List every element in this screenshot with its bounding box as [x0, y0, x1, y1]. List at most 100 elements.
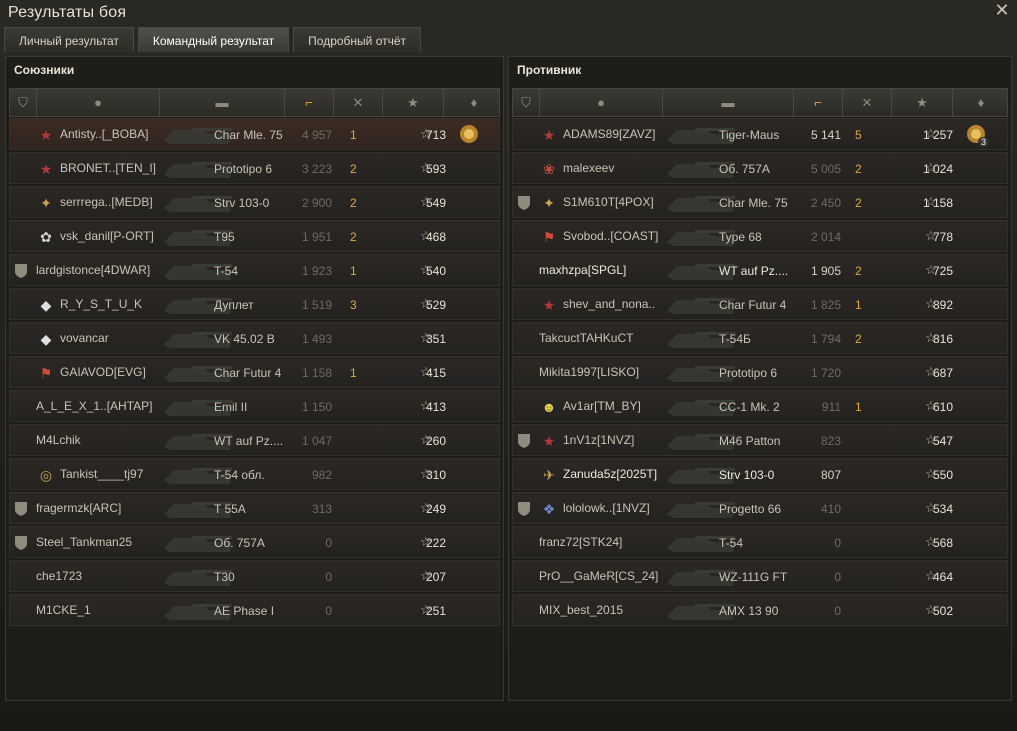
damage-value: 1 825: [810, 298, 841, 312]
player-row[interactable]: PrO__GaMeR[CS_24] WZ-111G FT 0 464 ☆: [512, 560, 1008, 592]
medal-icon[interactable]: 3: [965, 123, 989, 147]
xp-star-icon: ☆: [420, 126, 432, 141]
player-row[interactable]: lardgistonce[4DWAR] T-54 1 923 1 540 ☆: [9, 254, 500, 286]
xp-star-icon: ☆: [925, 228, 937, 243]
enemies-title: Противник: [517, 63, 582, 77]
player-row[interactable]: ★ Antisty..[_BOBA] Char Mle. 75 4 957 1 713 ☆: [9, 118, 500, 150]
medal-icon[interactable]: ♦: [953, 89, 1009, 116]
player-row[interactable]: ◎ Tankist____tj97 T-54 обл. 982 310 ☆: [9, 458, 500, 490]
player-row[interactable]: ⚑ GAIAVOD[EVG] Char Futur 41 158 1 415 ☆: [9, 356, 500, 388]
xp-value: 540: [425, 264, 446, 278]
damage-value: 313: [311, 502, 332, 516]
player-row[interactable]: ◆ vovancar VK 45.02 B1 493 351 ☆: [9, 322, 500, 354]
platoon-icon[interactable]: ⛉: [10, 89, 37, 116]
damage-value: 2 900: [301, 196, 332, 210]
tank-icon[interactable]: ▬: [160, 89, 285, 116]
xp-value: 413: [425, 400, 446, 414]
player-row[interactable]: A_L_E_X_1..[AHTAP] Emil II 1 150 413 ☆: [9, 390, 500, 422]
xp-star-icon: ☆: [420, 296, 432, 311]
frags-icon[interactable]: ✕: [843, 89, 892, 116]
damage-value: 1 493: [301, 332, 332, 346]
player-row[interactable]: ★ shev_and_nona.. Char Futur 41 825 1 892 ☆: [512, 288, 1008, 320]
xp-star-icon: ☆: [420, 602, 432, 617]
xp-star-icon: ☆: [925, 364, 937, 379]
player-name: fragermzk[ARC]: [36, 501, 122, 515]
player-row[interactable]: ⚑ Svobod..[COAST] Type 68 2 014 778 ☆: [512, 220, 1008, 252]
medal-icon[interactable]: ♦: [444, 89, 504, 116]
xp-star-icon: ☆: [925, 432, 937, 447]
player-icon[interactable]: ●: [540, 89, 663, 116]
player-row[interactable]: ★ 1nV1z[1NVZ] M46 Patton 823 547 ☆: [512, 424, 1008, 456]
flag-emblem-icon: ⚑: [39, 364, 53, 381]
platoon-icon: [14, 535, 28, 551]
xp-star-icon[interactable]: ★: [383, 89, 444, 116]
player-row[interactable]: ◆ R_Y_S_T_U_K Дуплет 1 519 3 529 ☆: [9, 288, 500, 320]
player-row[interactable]: M1CKE_1 AE Phase I 0 251 ☆: [9, 594, 500, 626]
allies-list: ★ Antisty..[_BOBA] Char Mle. 75 4 957 1 713 ☆ ★…: [9, 118, 500, 628]
damage-icon[interactable]: ⌐: [794, 89, 843, 116]
player-row[interactable]: franz72[STK24] T-54 0 568 ☆: [512, 526, 1008, 558]
player-row[interactable]: ❖ lololowk..[1NVZ] Progetto 66 410 534 ☆: [512, 492, 1008, 524]
frags-value: 2: [350, 162, 357, 176]
player-row[interactable]: ❀ malexeev Об. 757А 5 005 2 1 024 ☆: [512, 152, 1008, 184]
rank-star-icon: ★: [542, 432, 556, 449]
xp-value: 713: [425, 128, 446, 142]
close-icon[interactable]: ✕: [993, 1, 1011, 19]
window-title: Результаты боя: [8, 4, 127, 21]
player-row[interactable]: Mikita1997[LISKO] Prototipo 61 720 687 ☆: [512, 356, 1008, 388]
player-name: PrO__GaMeR[CS_24]: [539, 569, 659, 583]
damage-value: 1 923: [301, 264, 332, 278]
player-row[interactable]: ✦ S1M610T[4POX] Char Mle. 75 2 450 2 1 158 ☆: [512, 186, 1008, 218]
player-row[interactable]: ★ ADAMS89[ZAVZ] Tiger-Maus 5 141 5 1 257 ☆ 3: [512, 118, 1008, 150]
frags-value: 1: [350, 128, 357, 142]
damage-value: 2 014: [810, 230, 841, 244]
xp-star-icon: ☆: [925, 602, 937, 617]
player-row[interactable]: Steel_Tankman25 Об. 757А 0 222 ☆: [9, 526, 500, 558]
xp-value: 549: [425, 196, 446, 210]
xp-star-icon: ☆: [420, 364, 432, 379]
medal-icon[interactable]: [458, 123, 480, 145]
platoon-icon: [517, 433, 531, 449]
xp-value: 415: [425, 366, 446, 380]
tab-personal[interactable]: Личный результат: [4, 27, 134, 52]
xp-star-icon[interactable]: ★: [892, 89, 953, 116]
frags-icon[interactable]: ✕: [334, 89, 383, 116]
damage-value: 3 223: [301, 162, 332, 176]
player-row[interactable]: ✿ vsk_danil[P-ORT] T95 1 951 2 468 ☆: [9, 220, 500, 252]
damage-icon[interactable]: ⌐: [285, 89, 334, 116]
rank-star-icon: ★: [542, 126, 556, 143]
tab-team[interactable]: Командный результат: [137, 27, 290, 52]
player-row[interactable]: TakcuctTAHKuCT T-54Б 1 794 2 816 ☆: [512, 322, 1008, 354]
player-row[interactable]: fragermzk[ARC] T 55A 313 249 ☆: [9, 492, 500, 524]
damage-value: 0: [325, 536, 332, 550]
flower-emblem-icon: ✿: [40, 228, 52, 245]
player-name: Steel_Tankman25: [36, 535, 133, 549]
plane-emblem-icon: ✈: [543, 466, 555, 483]
tank-icon[interactable]: ▬: [663, 89, 794, 116]
clan-emblem-icon: ✦: [40, 194, 52, 211]
damage-value: 1 720: [810, 366, 841, 380]
rank-star-icon: ★: [39, 160, 53, 177]
player-name: M4Lchik: [36, 433, 81, 447]
player-row[interactable]: ☻ Av1ar[TM_BY] CC-1 Mk. 2 911 1 610 ☆: [512, 390, 1008, 422]
frags-value: 1: [855, 298, 862, 312]
xp-star-icon: ☆: [925, 296, 937, 311]
platoon-icon: [14, 263, 28, 279]
xp-star-icon: ☆: [925, 500, 937, 515]
player-icon[interactable]: ●: [37, 89, 160, 116]
player-row[interactable]: ★ BRONET..[TEN_I] Prototipo 63 223 2 593 ☆: [9, 152, 500, 184]
tab-detailed[interactable]: Подробный отчёт: [293, 27, 422, 52]
player-row[interactable]: maxhzpa[SPGL] WT auf Pz.... 1 905 2 725 ☆: [512, 254, 1008, 286]
damage-value: 4 957: [301, 128, 332, 142]
xp-value: 260: [425, 434, 446, 448]
player-row[interactable]: MIX_best_2015 AMX 13 90 0 502 ☆: [512, 594, 1008, 626]
player-row[interactable]: ✦ serrrega..[MEDB] Strv 103-0 2 900 2 549 ☆: [9, 186, 500, 218]
player-row[interactable]: ✈ Zanuda5z[2025T] Strv 103-0 807 550 ☆: [512, 458, 1008, 490]
platoon-icon[interactable]: ⛉: [513, 89, 540, 116]
xp-value: 222: [425, 536, 446, 550]
player-row[interactable]: che1723 T30 0 207 ☆: [9, 560, 500, 592]
player-row[interactable]: M4Lchik WT auf Pz.... 1 047 260 ☆: [9, 424, 500, 456]
player-name: che1723: [36, 569, 83, 583]
damage-value: 0: [325, 570, 332, 584]
rank-star-icon: ★: [542, 296, 556, 313]
